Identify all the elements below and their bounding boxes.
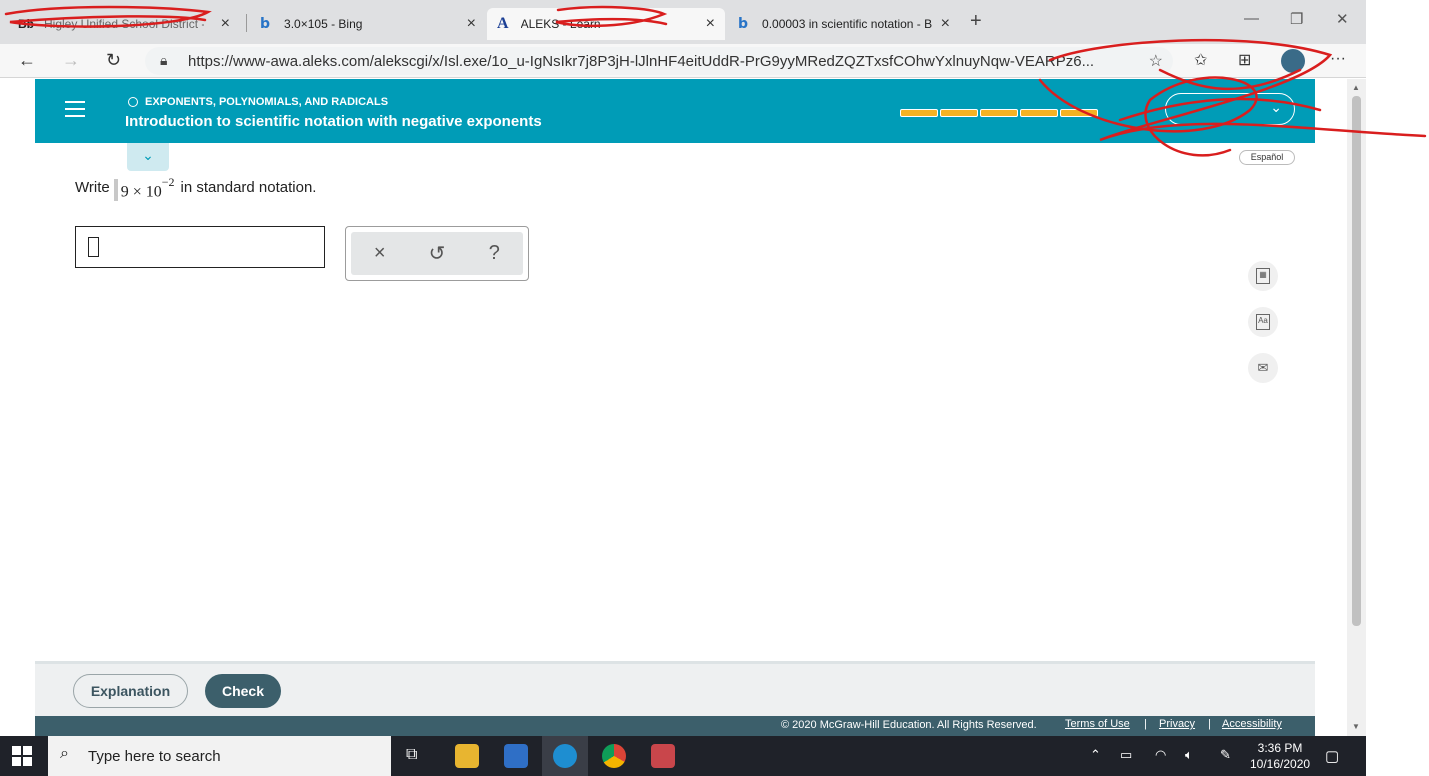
question-text: Write 9 × 10−2 in standard notation. xyxy=(75,175,317,202)
windows-start-icon[interactable] xyxy=(12,746,32,766)
task-view-icon[interactable]: ⧉ xyxy=(406,746,417,764)
help-icon[interactable]: ? xyxy=(474,242,514,265)
favorite-star-icon[interactable]: ☆ xyxy=(1149,51,1163,71)
menu-icon[interactable] xyxy=(65,101,85,119)
calculator-icon[interactable]: ▦ xyxy=(1248,261,1278,291)
progress-bar xyxy=(900,109,1098,117)
bing-icon: b xyxy=(260,16,271,32)
battery-icon[interactable]: ▭ xyxy=(1120,747,1132,763)
tab-separator xyxy=(246,14,247,32)
url-text[interactable]: https://www-awa.aleks.com/alekscgi/x/Isl… xyxy=(188,53,1133,70)
math-tools-panel: × ↺ ? xyxy=(345,226,529,281)
volume-muted-icon[interactable]: 🔈︎ xyxy=(1185,747,1193,763)
clear-icon[interactable]: × xyxy=(360,242,400,265)
more-icon[interactable]: ··· xyxy=(1330,50,1346,68)
copyright-text: © 2020 McGraw-Hill Education. All Rights… xyxy=(781,719,1037,731)
collections-icon[interactable]: ⊞ xyxy=(1238,50,1251,70)
check-button[interactable]: Check xyxy=(205,674,281,708)
new-tab-icon[interactable]: + xyxy=(970,10,982,33)
aleks-icon: A xyxy=(497,15,509,32)
page-scrollbar[interactable]: ▲ ▼ xyxy=(1347,79,1366,736)
notifications-icon[interactable]: ▢ xyxy=(1325,747,1339,765)
snipping-tool-icon[interactable] xyxy=(651,744,675,768)
undo-icon[interactable]: ↺ xyxy=(417,241,457,266)
chevron-down-icon: ⌄ xyxy=(1270,99,1282,115)
tab-bing-3[interactable]: b 3.0×105 - Bing × xyxy=(250,8,486,40)
close-icon[interactable]: × xyxy=(706,15,715,33)
accessibility-link[interactable]: Accessibility xyxy=(1222,718,1282,730)
close-icon[interactable]: × xyxy=(467,15,476,33)
minimize-icon[interactable]: — xyxy=(1244,10,1259,27)
chrome-icon[interactable] xyxy=(602,744,626,768)
progress-segment xyxy=(940,109,978,117)
progress-segment xyxy=(1060,109,1098,117)
blackboard-icon: Bb xyxy=(18,17,34,31)
store-icon[interactable] xyxy=(504,744,528,768)
forward-icon[interactable]: → xyxy=(62,50,80,71)
copyright-bar: © 2020 McGraw-Hill Education. All Rights… xyxy=(35,716,1315,736)
search-icon: ⌕ xyxy=(60,745,69,762)
taskbar-clock[interactable]: 3:36 PM 10/16/2020 xyxy=(1250,740,1310,772)
tab-bing-scientific[interactable]: b 0.00003 in scientific notation - Bi × xyxy=(728,8,960,40)
progress-segment xyxy=(900,109,938,117)
file-explorer-icon[interactable] xyxy=(455,744,479,768)
aleks-header: EXPONENTS, POLYNOMIALS, AND RADICALS Int… xyxy=(35,79,1315,143)
user-menu-button[interactable]: ⌄ xyxy=(1165,93,1295,125)
terms-link[interactable]: Terms of Use xyxy=(1065,718,1130,730)
dictionary-icon[interactable]: Aa xyxy=(1248,307,1278,337)
bing-icon: b xyxy=(738,16,749,32)
progress-segment xyxy=(1020,109,1058,117)
restore-icon[interactable]: ❐ xyxy=(1290,10,1303,28)
tab-aleks[interactable]: A ALEKS - Learn × xyxy=(487,8,725,40)
browser-tab-strip: Bb Higley Unified School District - H × … xyxy=(0,0,1366,44)
window-close-icon[interactable]: ✕ xyxy=(1336,10,1349,28)
topic-category: EXPONENTS, POLYNOMIALS, AND RADICALS xyxy=(145,96,389,108)
chevron-down-icon: ⌄ xyxy=(142,147,154,163)
answer-input[interactable] xyxy=(75,226,325,268)
back-icon[interactable]: ← xyxy=(18,50,36,71)
input-cursor xyxy=(88,237,99,257)
pen-icon[interactable]: ✎ xyxy=(1220,747,1231,763)
scroll-thumb[interactable] xyxy=(1352,96,1361,626)
windows-taskbar: ⌕ Type here to search ⧉ ⌃ ▭ ◠ 🔈︎ ✎ 3:36 … xyxy=(0,736,1366,776)
math-expression: 9 × 10−2 xyxy=(113,175,175,202)
taskbar-search[interactable]: ⌕ Type here to search xyxy=(48,736,391,776)
scroll-down-icon[interactable]: ▼ xyxy=(1352,722,1360,731)
tab-blackboard[interactable]: Bb Higley Unified School District - H × xyxy=(8,8,240,40)
espanol-button[interactable]: Español xyxy=(1239,150,1295,165)
chevron-up-icon[interactable]: ⌃ xyxy=(1090,747,1101,763)
topic-circle-icon xyxy=(128,97,138,107)
close-icon[interactable]: × xyxy=(941,15,950,33)
lock-icon: 🔒︎ xyxy=(160,52,168,68)
favorites-icon[interactable]: ✩ xyxy=(1194,50,1207,70)
action-bar: Explanation Check xyxy=(35,661,1315,716)
edge-icon[interactable] xyxy=(553,744,577,768)
collapse-header-button[interactable]: ⌄ xyxy=(127,143,169,171)
wifi-icon[interactable]: ◠ xyxy=(1155,747,1166,763)
explanation-button[interactable]: Explanation xyxy=(73,674,188,708)
aleks-page: EXPONENTS, POLYNOMIALS, AND RADICALS Int… xyxy=(35,79,1315,736)
profile-avatar[interactable] xyxy=(1281,49,1305,73)
progress-segment xyxy=(980,109,1018,117)
topic-title: Introduction to scientific notation with… xyxy=(125,113,542,130)
privacy-link[interactable]: Privacy xyxy=(1159,718,1195,730)
refresh-icon[interactable]: ↻ xyxy=(106,50,121,71)
close-icon[interactable]: × xyxy=(221,15,230,33)
scroll-up-icon[interactable]: ▲ xyxy=(1352,83,1360,92)
mail-icon[interactable]: ✉ xyxy=(1248,353,1278,383)
url-field[interactable]: 🔒︎ https://www-awa.aleks.com/alekscgi/x/… xyxy=(145,47,1173,75)
address-bar-row: ← → ↻ 🔒︎ https://www-awa.aleks.com/aleks… xyxy=(0,44,1366,78)
